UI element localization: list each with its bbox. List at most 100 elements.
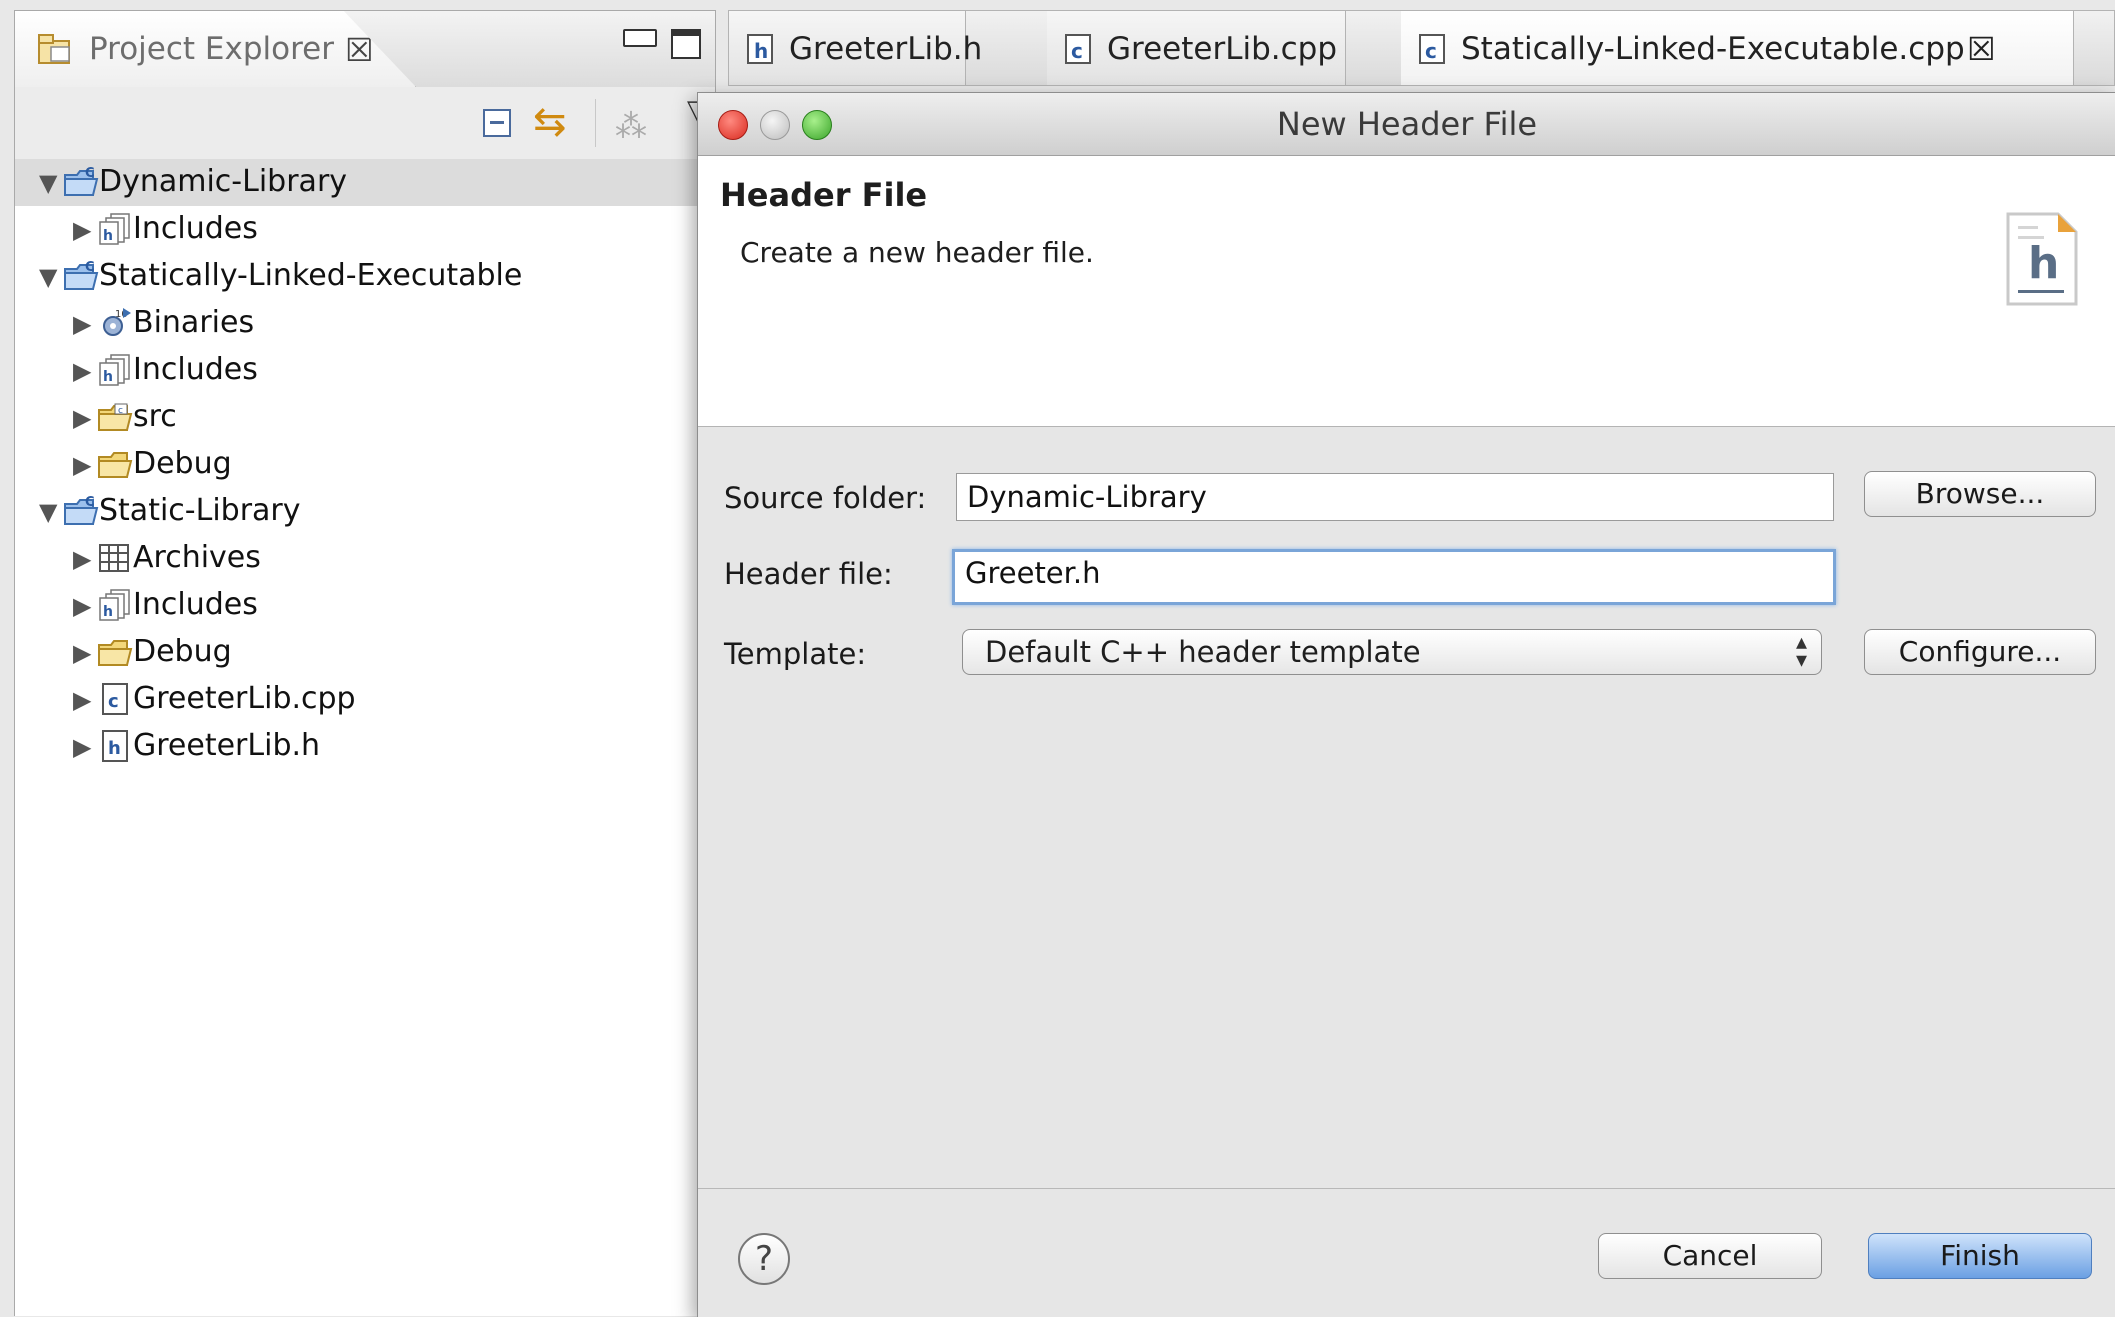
collapsed-arrow-icon[interactable]: ▶: [73, 216, 91, 244]
tree-item[interactable]: ▶ c src: [15, 394, 715, 441]
template-label: Template:: [724, 637, 867, 671]
tree-item[interactable]: ▶ Debug: [15, 629, 715, 676]
collapsed-arrow-icon[interactable]: ▶: [73, 310, 91, 338]
tab-label: Statically-Linked-Executable.cpp: [1461, 31, 1965, 67]
archives-icon: [97, 541, 133, 575]
svg-text:c: c: [108, 691, 119, 712]
collapsed-arrow-icon[interactable]: ▶: [73, 733, 91, 761]
collapse-all-icon[interactable]: [483, 109, 511, 137]
tree-item[interactable]: ▶ h Includes: [15, 582, 715, 629]
tree-item-label: Debug: [133, 634, 232, 669]
tree-item[interactable]: ▶ c GreeterLib.cpp: [15, 676, 715, 723]
svg-text:C: C: [85, 260, 95, 275]
collapsed-arrow-icon[interactable]: ▶: [73, 404, 91, 432]
minimize-view-button[interactable]: [623, 29, 657, 47]
tree-item-label: Archives: [133, 540, 261, 575]
tree-item-label: src: [133, 399, 177, 434]
browse-button[interactable]: Browse...: [1864, 471, 2096, 517]
explorer-toolbar: ⇆ ⁂ ▽: [15, 87, 715, 160]
link-with-editor-icon[interactable]: ⇆: [533, 99, 567, 145]
tree-item[interactable]: ▼ C Static-Library: [15, 488, 715, 535]
footer-separator: [698, 1188, 2115, 1189]
project-explorer-icon: [38, 34, 70, 64]
tree-item[interactable]: ▶ h Includes: [15, 206, 715, 253]
tree-item-label: Statically-Linked-Executable: [99, 258, 523, 293]
template-select-value: Default C++ header template: [985, 635, 1421, 669]
template-select[interactable]: Default C++ header template ▴ ▾: [962, 629, 1822, 675]
tab-label: GreeterLib.h: [789, 31, 983, 67]
banner-description: Create a new header file.: [740, 236, 1094, 269]
explorer-tab-label: Project Explorer: [89, 31, 334, 67]
cancel-button[interactable]: Cancel: [1598, 1233, 1822, 1279]
cpp-file-icon: c: [1065, 34, 1091, 64]
binaries-icon: 10: [97, 306, 133, 340]
select-arrows-icon: ▴ ▾: [1795, 630, 1807, 673]
tree-item-label: Binaries: [133, 305, 255, 340]
tree-item[interactable]: ▼ C Statically-Linked-Executable: [15, 253, 715, 300]
header-file-field[interactable]: Greeter.h: [952, 549, 1836, 605]
tree-item-label: GreeterLib.h: [133, 728, 321, 763]
svg-text:h: h: [754, 39, 768, 63]
icon-letter: h: [2028, 238, 2059, 289]
collapsed-arrow-icon[interactable]: ▶: [73, 592, 91, 620]
collapsed-arrow-icon[interactable]: ▶: [73, 686, 91, 714]
maximize-view-button[interactable]: [671, 29, 701, 59]
tree-item-label: Includes: [133, 211, 258, 246]
expanded-arrow-icon[interactable]: ▼: [39, 263, 57, 291]
header-file-wizard-icon: h: [2006, 212, 2078, 306]
svg-text:c: c: [1425, 39, 1437, 63]
includes-icon: h: [97, 212, 133, 246]
source-folder-field[interactable]: Dynamic-Library: [956, 473, 1834, 521]
finish-button[interactable]: Finish: [1868, 1233, 2092, 1279]
cpp-file-icon: c: [1419, 34, 1445, 64]
project-explorer-view: Project Explorer ☒ ⇆ ⁂ ▽ ▼ C Dynamic-Libra…: [14, 10, 716, 1316]
editor-tab-bar: h GreeterLib.h c GreeterLib.cpp c Static…: [728, 10, 2115, 86]
svg-text:C: C: [85, 166, 95, 181]
collapsed-arrow-icon[interactable]: ▶: [73, 639, 91, 667]
collapsed-arrow-icon[interactable]: ▶: [73, 357, 91, 385]
tab-greeterlib-h[interactable]: h GreeterLib.h: [729, 11, 982, 85]
source-folder-label: Source folder:: [724, 481, 927, 515]
svg-text:h: h: [103, 228, 113, 244]
configure-button[interactable]: Configure...: [1864, 629, 2096, 675]
dialog-titlebar[interactable]: New Header File: [698, 93, 2115, 156]
folder-icon: [97, 447, 133, 481]
tab-greeterlib-cpp[interactable]: c GreeterLib.cpp: [1047, 11, 1346, 85]
tree-item[interactable]: ▶ Debug: [15, 441, 715, 488]
dialog-banner: Header File Create a new header file. h: [698, 156, 2115, 427]
expanded-arrow-icon[interactable]: ▼: [39, 169, 57, 197]
header-file-icon: h: [747, 34, 773, 64]
svg-text:h: h: [103, 369, 113, 385]
close-icon[interactable]: ☒: [345, 31, 374, 69]
tree-item-label: Static-Library: [99, 493, 301, 528]
tree-item[interactable]: ▶ 10 Binaries: [15, 300, 715, 347]
cpp-file-icon: c: [97, 682, 133, 716]
tree-item[interactable]: ▶ h Includes: [15, 347, 715, 394]
dialog-title: New Header File: [1276, 105, 1538, 143]
collapsed-arrow-icon[interactable]: ▶: [73, 451, 91, 479]
project-tree: ▼ C Dynamic-Library ▶ h Includes ▼ C Statically-…: [15, 159, 715, 770]
svg-text:c: c: [118, 406, 123, 416]
tab-statically-linked-executable-cpp[interactable]: c Statically-Linked-Executable.cpp ☒: [1401, 11, 2074, 85]
tab-label: GreeterLib.cpp: [1107, 31, 1338, 67]
collapsed-arrow-icon[interactable]: ▶: [73, 545, 91, 573]
header-file-icon: h: [97, 729, 133, 763]
folder-icon: [97, 635, 133, 669]
expanded-arrow-icon[interactable]: ▼: [39, 498, 57, 526]
c-project-folder-icon: C: [63, 259, 99, 293]
banner-title: Header File: [720, 176, 928, 214]
svg-text:c: c: [1071, 39, 1083, 63]
tab-project-explorer[interactable]: Project Explorer ☒: [15, 11, 416, 87]
c-project-folder-icon: C: [63, 494, 99, 528]
help-icon[interactable]: ?: [738, 1233, 790, 1285]
tree-item[interactable]: ▶ Archives: [15, 535, 715, 582]
tree-item[interactable]: ▼ C Dynamic-Library: [15, 159, 715, 206]
svg-text:h: h: [108, 738, 121, 759]
header-file-label: Header file:: [724, 557, 893, 591]
tree-item[interactable]: ▶ h GreeterLib.h: [15, 723, 715, 770]
new-header-file-dialog: New Header File Header File Create a new…: [697, 92, 2115, 1317]
explorer-tab-bar: Project Explorer ☒: [15, 11, 715, 88]
close-icon[interactable]: ☒: [1967, 11, 1996, 87]
includes-icon: h: [97, 353, 133, 387]
filter-icon[interactable]: ⁂: [615, 107, 647, 145]
